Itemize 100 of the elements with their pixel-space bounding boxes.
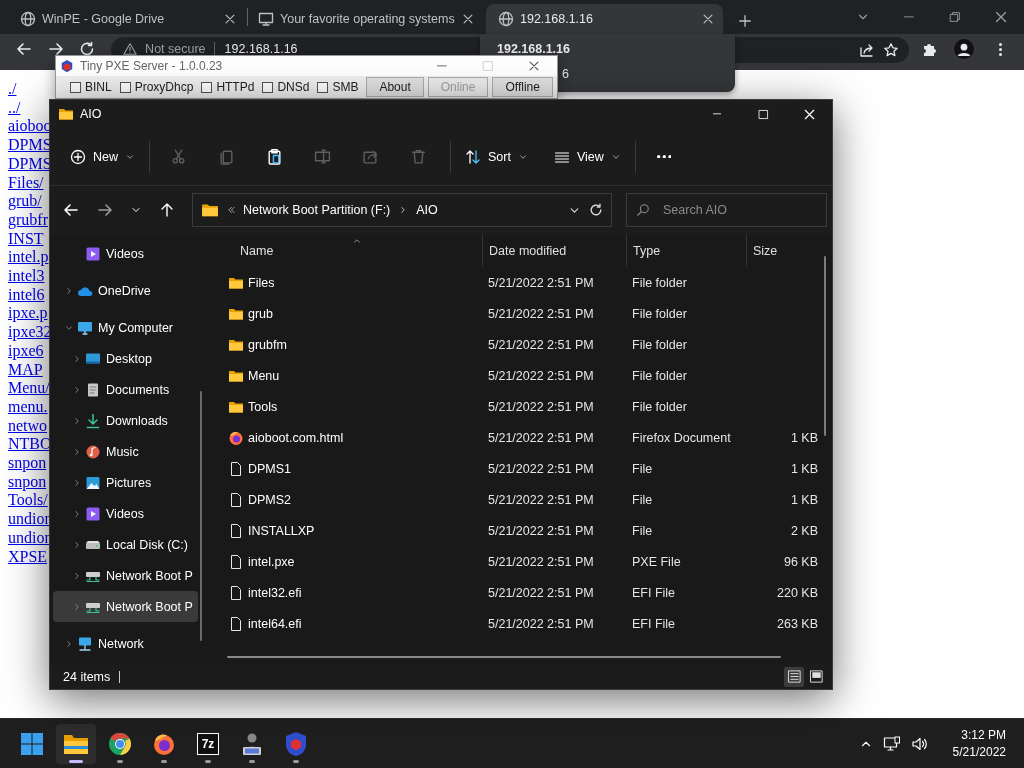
file-name[interactable]: intel.pxe — [248, 554, 295, 569]
nav-item[interactable]: Music — [53, 436, 198, 467]
nav-item[interactable]: Network Boot P — [53, 591, 198, 622]
path-crumb[interactable]: Network Boot Partition (F:) — [243, 203, 391, 217]
chevron-right-icon[interactable] — [72, 539, 82, 550]
file-name[interactable]: grubfm — [248, 337, 287, 352]
sort-button[interactable]: Sort — [457, 139, 536, 174]
file-name[interactable]: Menu — [248, 368, 280, 383]
directory-link[interactable]: intel3 — [8, 267, 45, 286]
action-button[interactable]: Offline — [492, 77, 553, 97]
directory-link[interactable]: MAP — [8, 360, 43, 380]
chevron-right-icon[interactable] — [72, 446, 82, 457]
volume-button[interactable] — [910, 735, 929, 752]
directory-link[interactable]: Tools/ — [8, 491, 48, 511]
close-tab-icon[interactable] — [701, 12, 715, 26]
chevron-right-icon[interactable] — [72, 353, 82, 364]
chevron-right-icon[interactable] — [72, 415, 82, 426]
type-cell-text: File folder — [631, 275, 688, 290]
path-crumb[interactable]: AIO — [416, 203, 438, 217]
file-name[interactable]: DPMS2 — [248, 492, 292, 507]
clock-date[interactable]: 5/21/2022 — [952, 745, 1006, 759]
details-view-button[interactable] — [784, 666, 804, 687]
file-name[interactable]: Tools — [248, 399, 278, 414]
directory-link[interactable]: snpon — [8, 472, 47, 492]
chevron-right-icon[interactable] — [72, 508, 82, 519]
nav-item[interactable]: Pictures — [53, 467, 198, 498]
date-cell-text: 5/21/2022 2:51 PM — [487, 461, 595, 476]
directory-link[interactable]: INST — [8, 229, 44, 249]
file-name[interactable]: intel64.efi — [248, 616, 302, 631]
file-name[interactable]: Files — [248, 275, 275, 290]
directory-link[interactable]: Files/ — [8, 173, 44, 193]
date-cell-text: 5/21/2022 2:51 PM — [487, 585, 595, 600]
checkbox[interactable]: SMB — [317, 80, 359, 94]
network-status-button[interactable] — [882, 735, 901, 752]
column-header[interactable]: Name — [216, 234, 482, 267]
nav-item[interactable]: OneDrive — [53, 275, 198, 306]
directory-link[interactable]: ipxe6 — [8, 341, 44, 361]
maximize-icon — [481, 59, 495, 73]
nav-item[interactable]: Videos — [53, 498, 198, 529]
restore-icon — [948, 10, 962, 24]
chevron-right-icon[interactable] — [72, 601, 82, 612]
chevron-right-icon[interactable] — [64, 638, 74, 649]
new-button[interactable]: New — [62, 139, 143, 174]
view-button[interactable]: View — [545, 139, 629, 174]
nav-item[interactable]: My Computer — [53, 312, 198, 343]
maximize-icon — [756, 107, 770, 121]
directory-link[interactable]: menu. — [8, 397, 48, 417]
file-name[interactable]: DPMS1 — [248, 461, 292, 476]
chevron-right-icon[interactable] — [72, 570, 82, 581]
file-name[interactable]: aioboot.com.html — [248, 430, 344, 445]
nav-item[interactable]: Downloads — [53, 405, 198, 436]
nav-item[interactable]: Network Boot P — [53, 560, 198, 591]
checkbox[interactable]: ProxyDhcp — [119, 80, 194, 94]
checkbox[interactable]: HTTPd — [201, 80, 255, 94]
directory-link[interactable]: ./ — [8, 80, 17, 99]
directory-link[interactable]: intel6 — [8, 285, 45, 305]
file-name[interactable]: INSTALLXP — [248, 523, 315, 538]
up-arrow-icon — [159, 202, 175, 218]
checkbox[interactable]: DNSd — [262, 80, 310, 94]
back-arrow-icon — [15, 41, 32, 57]
nav-item[interactable]: Videos — [53, 238, 198, 269]
chevron-right-icon[interactable] — [64, 285, 74, 296]
column-header[interactable]: Date modified — [482, 234, 626, 267]
directory-link[interactable]: ipxe32 — [8, 323, 52, 342]
chevron-right-icon[interactable] — [72, 384, 82, 395]
taskbar-app[interactable]: 7z — [188, 723, 228, 764]
browser-tab[interactable]: 192.168.1.16 — [486, 4, 723, 34]
directory-link[interactable]: Menu/ — [8, 379, 50, 398]
nav-item[interactable]: Desktop — [53, 343, 198, 374]
file-name[interactable]: intel32.efi — [248, 585, 302, 600]
directory-link[interactable]: XPSE — [8, 547, 48, 567]
folder-icon — [201, 201, 219, 219]
new-tab-button[interactable] — [738, 14, 752, 28]
file-name[interactable]: grub — [248, 306, 274, 321]
directory-link[interactable]: snpon — [8, 454, 47, 473]
browser-tab[interactable]: WinPE - Google Drive — [8, 4, 245, 34]
refresh-icon — [589, 203, 603, 217]
search-field[interactable]: Search AIO — [626, 193, 827, 227]
back-arrow-icon — [63, 202, 79, 218]
column-header[interactable]: Type — [626, 234, 746, 267]
address-bar[interactable]: Network Boot Partition (F:) AIO — [192, 193, 612, 227]
checkbox[interactable]: BINL — [70, 80, 112, 94]
directory-link[interactable]: intel.p — [8, 248, 49, 268]
directory-link[interactable]: grubfr — [8, 210, 48, 230]
close-tab-icon[interactable] — [223, 12, 237, 26]
nav-item[interactable]: Local Disk (C:) — [53, 529, 198, 560]
directory-link[interactable]: ../ — [8, 98, 21, 118]
network-monitor-icon — [882, 735, 901, 752]
nav-item[interactable]: Documents — [53, 374, 198, 405]
chevron-right-icon[interactable] — [72, 477, 82, 488]
taskbar-app[interactable] — [56, 723, 96, 764]
directory-link[interactable]: grub/ — [8, 192, 42, 211]
nav-item[interactable]: Network — [53, 628, 198, 659]
close-tab-icon[interactable] — [461, 12, 475, 26]
directory-link[interactable]: ipxe.p — [8, 304, 48, 324]
directory-link[interactable]: netwo — [8, 416, 48, 436]
browser-tab[interactable]: Your favorite operating systems — [246, 4, 483, 34]
type-cell-text: File — [631, 461, 654, 476]
clock-time[interactable]: 3:12 PM — [961, 728, 1006, 742]
action-button[interactable]: About — [366, 77, 424, 97]
